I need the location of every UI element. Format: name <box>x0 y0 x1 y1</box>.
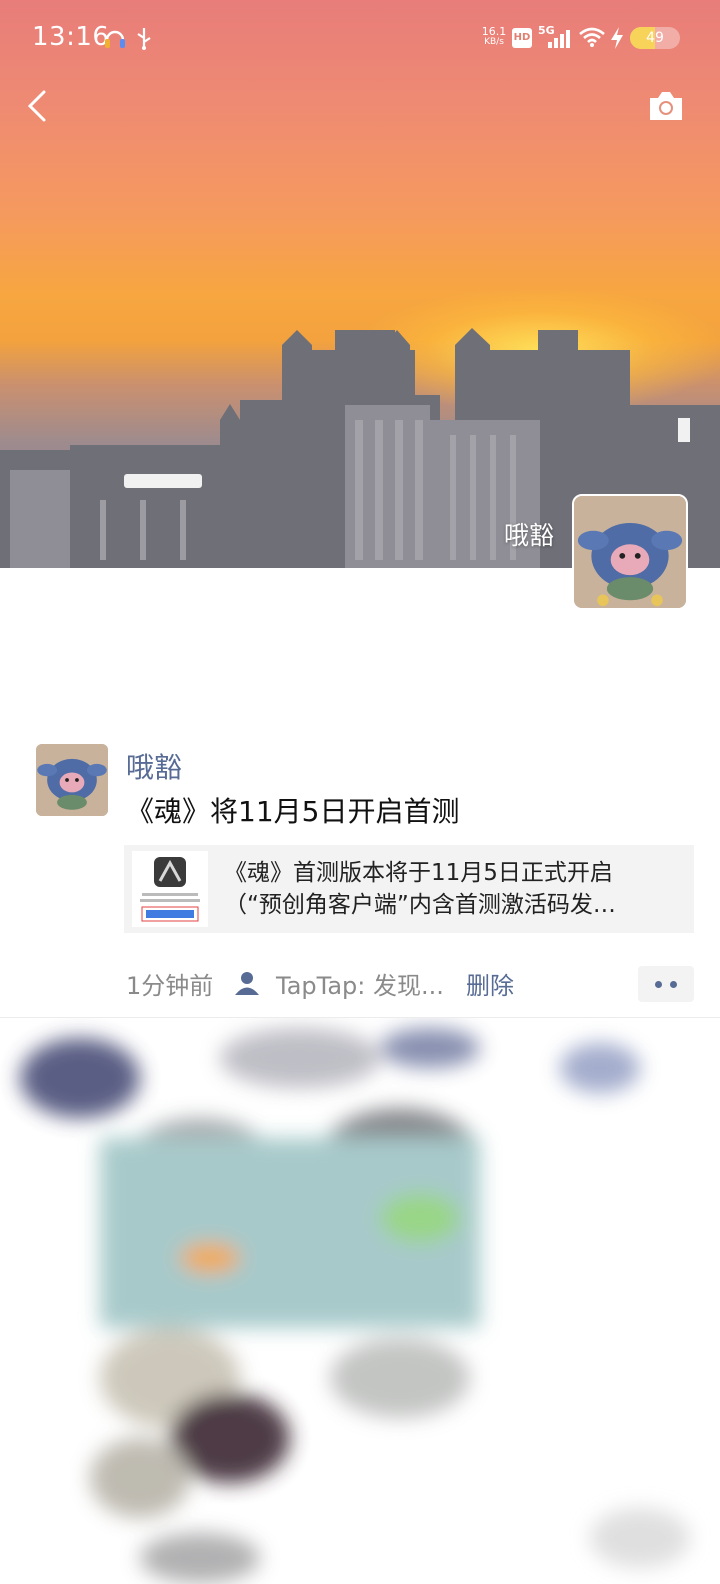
post-time: 1分钟前 <box>126 972 214 1000</box>
headset-icon <box>105 30 125 48</box>
charging-icon <box>611 27 623 49</box>
camera-icon[interactable] <box>646 88 686 124</box>
net-speed-unit: KB/s <box>484 37 504 47</box>
cover-username: 哦豁 <box>503 521 554 550</box>
link-title: 《魂》首测版本将于11月5日正式开启 （“预创角客户端”内含首测激活码发… <box>224 857 684 921</box>
delete-button[interactable]: 删除 <box>466 966 514 1001</box>
stitch-avatar-image <box>36 744 108 816</box>
signal-5g-icon: 5G <box>538 24 572 50</box>
person-icon <box>235 972 259 995</box>
battery-level: 49 <box>646 30 664 46</box>
link-title-line-1: 《魂》首测版本将于11月5日正式开启 <box>224 860 613 886</box>
wifi-icon <box>579 27 605 47</box>
obscured-content <box>20 1028 690 1583</box>
battery-icon: 49 <box>630 27 680 49</box>
game-app-thumbnail <box>132 851 208 927</box>
post-text: 《魂》将11月5日开启首测 <box>126 795 460 828</box>
post-avatar[interactable] <box>36 744 108 816</box>
status-time: 13:16 <box>32 22 110 52</box>
hd-label: HD <box>513 32 531 43</box>
more-dot-icon <box>655 981 662 988</box>
chevron-left-icon[interactable] <box>18 84 62 128</box>
shared-link-card[interactable]: 《魂》首测版本将于11月5日正式开启 （“预创角客户端”内含首测激活码发… <box>124 845 694 933</box>
post-source[interactable]: TapTap: 发现... <box>276 966 444 1001</box>
cover-photo[interactable]: 13:16 16.1 KB/s HD 5G 49 哦豁 <box>0 0 720 568</box>
net-speed: 16.1 KB/s <box>479 26 509 48</box>
more-options-button[interactable] <box>638 966 694 1002</box>
usb-icon <box>137 28 151 50</box>
net-speed-value: 16.1 <box>481 25 507 38</box>
hd-icon: HD <box>512 28 532 48</box>
stitch-avatar-image <box>574 496 686 608</box>
post-author[interactable]: 哦豁 <box>126 746 182 786</box>
skyline-silhouette <box>0 328 720 568</box>
link-thumbnail <box>132 851 208 927</box>
status-bar: 13:16 16.1 KB/s HD 5G 49 <box>0 0 720 78</box>
link-title-line-2: （“预创角客户端”内含首测激活码发… <box>224 892 616 918</box>
more-dot-icon <box>670 981 677 988</box>
cover-avatar[interactable] <box>572 494 688 610</box>
